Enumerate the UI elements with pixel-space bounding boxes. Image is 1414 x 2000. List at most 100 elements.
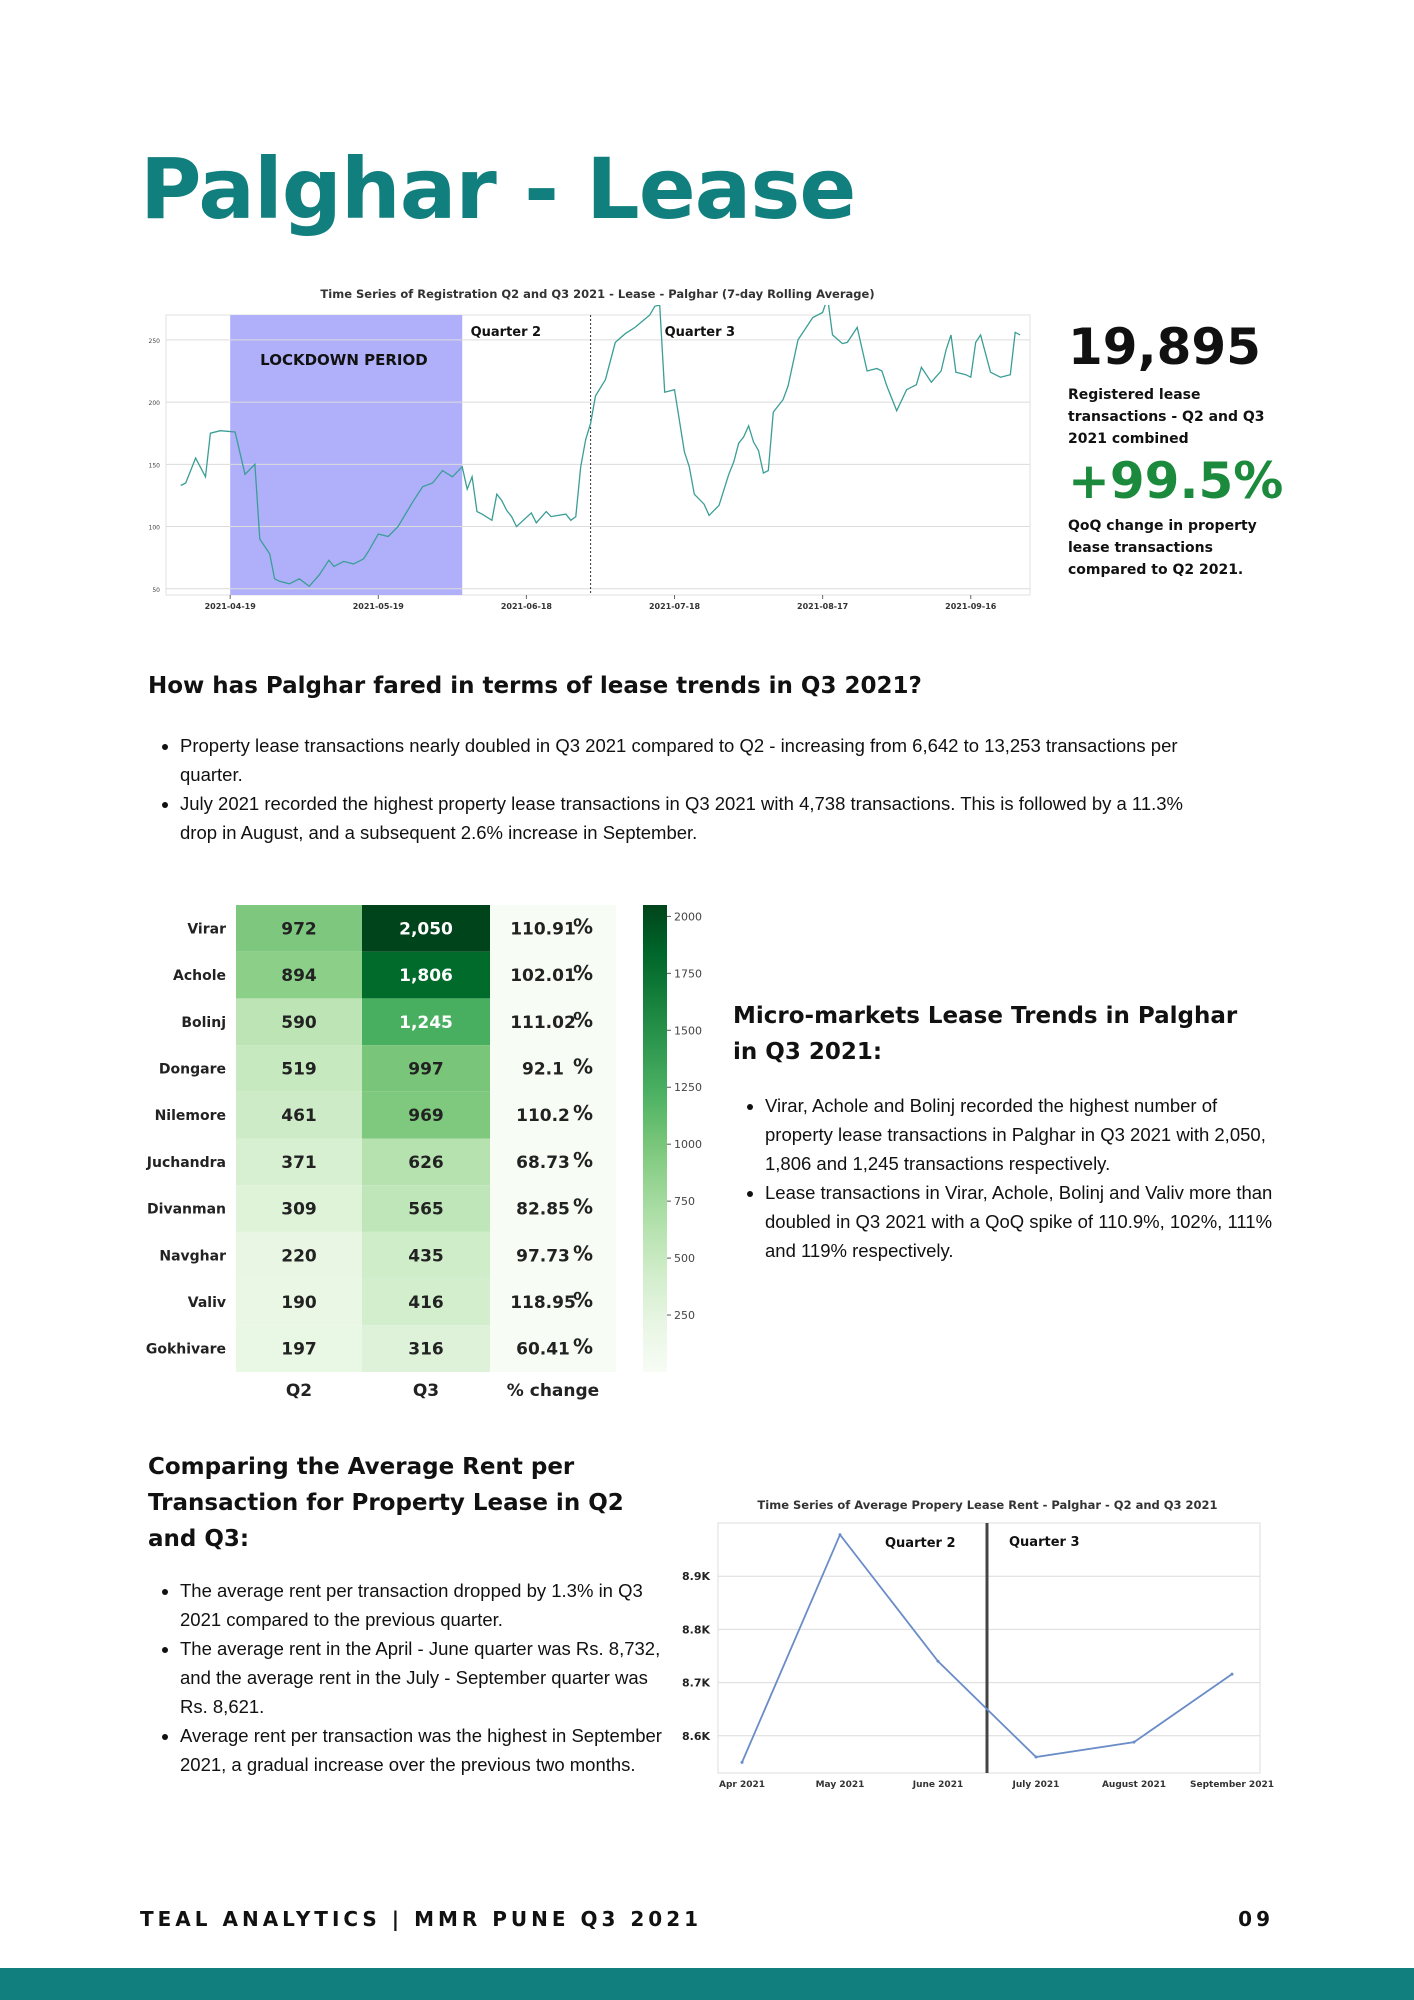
heatmap-row-label: Nilemore: [155, 1108, 226, 1124]
annotation-label: Quarter 2: [885, 1536, 956, 1551]
y-tick-label: 8.7K: [682, 1677, 710, 1690]
heatmap-cell-value: 435: [408, 1246, 444, 1266]
heatmap-cell-value: 68.73: [516, 1153, 570, 1173]
x-tick-label: June 2021: [912, 1780, 963, 1790]
heatmap-cell-value: 997: [408, 1059, 444, 1079]
heatmap-cell-value: 197: [281, 1340, 317, 1360]
list-item: July 2021 recorded the highest property …: [180, 789, 1220, 847]
x-tick-label: 2021-07-18: [649, 602, 701, 611]
list-item: The average rent in the April - June qua…: [180, 1634, 680, 1721]
colorbar-tick-label: 500: [674, 1252, 695, 1265]
heatmap-row-label: Divanman: [147, 1202, 226, 1218]
colorbar-tick-label: 750: [674, 1195, 695, 1208]
heatmap-cell-value: 92.1: [522, 1059, 564, 1079]
section2-bullets: Virar, Achole and Bolinj recorded the hi…: [733, 1091, 1285, 1265]
x-tick-label: 2021-08-17: [797, 602, 848, 611]
colorbar-tick-label: 1750: [674, 967, 702, 980]
heatmap-cell-value: 969: [408, 1106, 444, 1126]
heatmap-row-label: Dongare: [159, 1061, 226, 1077]
percent-symbol: %: [573, 1241, 593, 1265]
data-point: [740, 1760, 744, 1764]
heatmap-row-label: Virar: [187, 921, 226, 937]
heatmap-cell-value: 1,245: [399, 1013, 453, 1033]
x-tick-label: May 2021: [816, 1780, 865, 1790]
x-tick-label: September 2021: [1190, 1780, 1274, 1790]
average-rent-time-series-chart: 8.6K 8.7K 8.8K 8.9K Quarter 2 Quarter 3 Apr 20…: [682, 1522, 1274, 1790]
percent-symbol: %: [573, 1335, 593, 1359]
colorbar-tick-label: 2000: [674, 910, 702, 923]
heatmap-column-label: % change: [507, 1381, 599, 1401]
heatmap-cell-value: 60.41: [516, 1340, 570, 1360]
micro-markets-heatmap: Virar 972 2,050 110.91% Achole 894 1,806 102.01…: [146, 905, 702, 1401]
colorbar-tick-label: 1500: [674, 1024, 702, 1037]
qoq-change-value: +99.5%: [1068, 452, 1284, 510]
heatmap-cell-value: 110.91: [510, 919, 576, 939]
y-tick-label: 8.6K: [682, 1730, 710, 1743]
y-tick-label: 200: [149, 400, 161, 407]
percent-symbol: %: [573, 914, 593, 938]
list-item: The average rent per transaction dropped…: [180, 1576, 680, 1634]
list-item: Property lease transactions nearly doubl…: [180, 731, 1220, 789]
heatmap-row-label: Navghar: [159, 1248, 226, 1264]
colorbar-tick-label: 250: [674, 1309, 695, 1322]
percent-symbol: %: [573, 961, 593, 985]
footer-bar: [0, 1968, 1414, 2000]
y-tick-label: 150: [149, 462, 161, 469]
data-point: [1132, 1740, 1136, 1744]
heatmap-cell-value: 590: [281, 1013, 317, 1033]
heatmap-cell-value: 97.73: [516, 1246, 570, 1266]
y-tick-label: 50: [152, 587, 160, 594]
heatmap-row-label: Juchandra: [146, 1155, 226, 1171]
heatmap-cell-value: 190: [281, 1293, 317, 1313]
heatmap-row-label: Bolinj: [181, 1015, 226, 1031]
heatmap-cell-value: 626: [408, 1153, 444, 1173]
total-transactions-value: 19,895: [1068, 318, 1261, 376]
list-item: Lease transactions in Virar, Achole, Bol…: [765, 1178, 1285, 1265]
registration-time-series-chart: 50 100 150 200 250 LOCKDOWN PERIOD Quarter 2 Qu…: [149, 305, 1031, 611]
x-tick-label: Apr 2021: [719, 1780, 765, 1790]
x-tick-label: 2021-09-16: [945, 602, 997, 611]
total-transactions-caption: Registered lease transactions - Q2 and Q…: [1068, 387, 1265, 447]
data-point: [936, 1659, 940, 1663]
data-point: [1230, 1672, 1234, 1676]
x-tick-label: July 2021: [1012, 1780, 1060, 1790]
heatmap-cell-value: 316: [408, 1340, 444, 1360]
data-point: [838, 1533, 842, 1537]
percent-symbol: %: [573, 1288, 593, 1312]
x-tick-label: 2021-05-19: [353, 602, 405, 611]
annotation-label: LOCKDOWN PERIOD: [260, 351, 428, 369]
x-tick-label: 2021-06-18: [501, 602, 553, 611]
annotation-label: Quarter 3: [1009, 1535, 1080, 1550]
section1-bullets: Property lease transactions nearly doubl…: [148, 731, 1220, 847]
annotation-label: Quarter 3: [665, 325, 736, 340]
page-title: Palghar - Lease: [140, 140, 856, 238]
list-item: Average rent per transaction was the hig…: [180, 1721, 680, 1779]
y-tick-label: 8.8K: [682, 1623, 710, 1636]
percent-symbol: %: [573, 1148, 593, 1172]
x-tick-label: August 2021: [1102, 1780, 1166, 1790]
y-tick-label: 100: [149, 525, 161, 532]
heatmap-cell-value: 110.2: [516, 1106, 570, 1126]
percent-symbol: %: [573, 1054, 593, 1078]
heatmap-cell-value: 82.85: [516, 1200, 570, 1220]
heatmap-cell-value: 894: [281, 966, 317, 986]
heatmap-cell-value: 309: [281, 1200, 317, 1220]
qoq-change-caption: QoQ change in property lease transaction…: [1068, 518, 1257, 578]
heatmap-cell-value: 220: [281, 1246, 317, 1266]
heatmap-cell-value: 2,050: [399, 919, 453, 939]
colorbar-tick-label: 1250: [674, 1081, 702, 1094]
heatmap-cell-value: 111.02: [510, 1013, 576, 1033]
heatmap-column-label: Q3: [413, 1381, 439, 1401]
section3-bullets: The average rent per transaction dropped…: [148, 1576, 680, 1779]
heatmap-row-label: Gokhivare: [146, 1342, 226, 1358]
y-tick-label: 250: [149, 338, 161, 345]
heatmap-cell-value: 416: [408, 1293, 444, 1313]
footer-text: TEAL ANALYTICS | MMR PUNE Q3 2021: [140, 1907, 703, 1931]
heatmap-cell-value: 118.95: [510, 1293, 576, 1313]
chart3-title: Time Series of Average Propery Lease Ren…: [757, 1498, 1218, 1512]
percent-symbol: %: [573, 1101, 593, 1125]
section2-heading: Micro-markets Lease Trends in Palghar in…: [733, 1003, 1238, 1065]
heatmap-column-label: Q2: [286, 1381, 312, 1401]
section1-heading: How has Palghar fared in terms of lease …: [148, 673, 922, 699]
section3-heading: Comparing the Average Rent per Transacti…: [148, 1454, 624, 1552]
